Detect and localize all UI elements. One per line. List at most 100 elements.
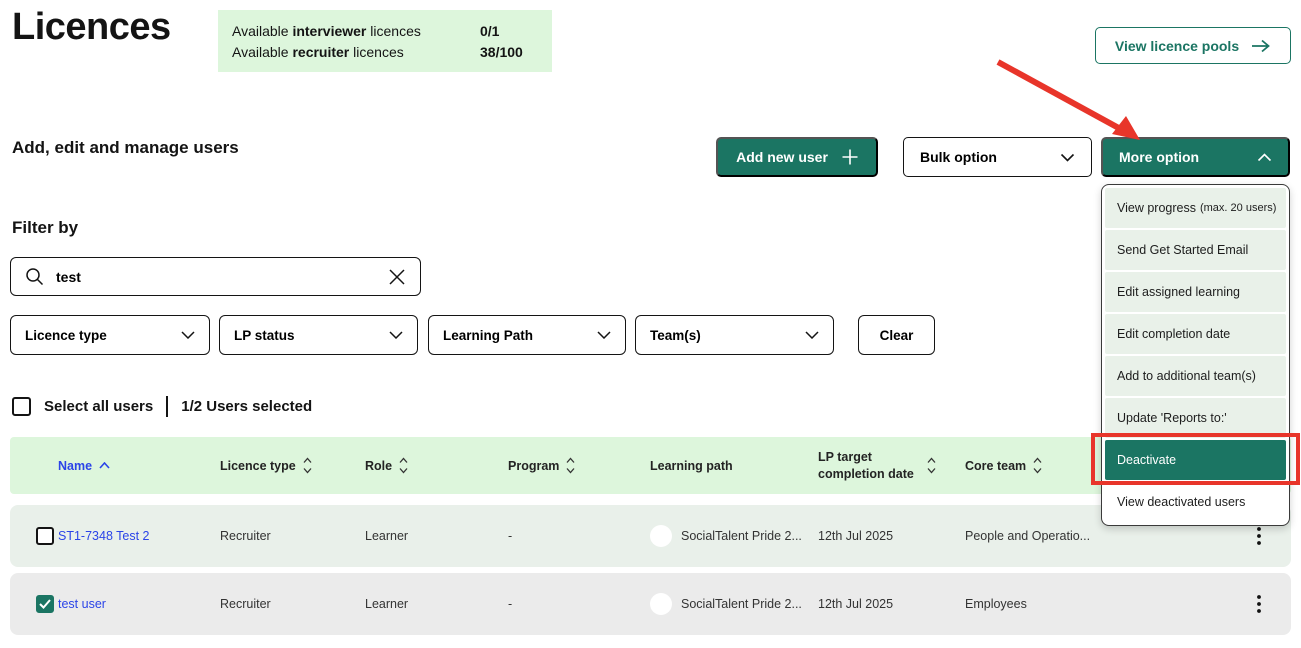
column-header-label: LP target completion date bbox=[818, 449, 920, 483]
licence-summary-box: Available interviewer licences0/1Availab… bbox=[218, 10, 552, 72]
more-option-menu: View progress (max. 20 users) Send Get Sta… bbox=[1101, 184, 1290, 526]
clear-search-icon[interactable] bbox=[388, 268, 406, 286]
manage-users-heading: Add, edit and manage users bbox=[12, 138, 239, 158]
column-header-label: Role bbox=[365, 459, 392, 473]
column-header-lp-target-date[interactable]: LP target completion date bbox=[818, 437, 936, 494]
menu-item-view-deactivated-users[interactable]: View deactivated users bbox=[1105, 482, 1286, 522]
filter-dropdown-licence-type[interactable]: Licence type bbox=[10, 315, 210, 355]
menu-item-label: View progress bbox=[1117, 201, 1196, 215]
selected-count: 1/2 Users selected bbox=[181, 398, 312, 415]
divider bbox=[166, 396, 168, 417]
column-header-core-team[interactable]: Core team bbox=[965, 437, 1042, 494]
table-header: Name Licence type Role Program Learning path… bbox=[10, 437, 1291, 494]
menu-item-edit-assigned-learning[interactable]: Edit assigned learning bbox=[1105, 272, 1286, 312]
column-header-name[interactable]: Name bbox=[58, 437, 110, 494]
menu-item-label: Edit completion date bbox=[1117, 327, 1230, 341]
column-header-role[interactable]: Role bbox=[365, 437, 408, 494]
sort-icon bbox=[399, 457, 408, 474]
cell-core-team: Employees bbox=[965, 573, 1027, 635]
row-checkbox[interactable] bbox=[36, 595, 54, 613]
column-header-licence-type[interactable]: Licence type bbox=[220, 437, 312, 494]
filter-dropdown-label: LP status bbox=[234, 328, 295, 343]
filter-dropdown-label: Licence type bbox=[25, 328, 107, 343]
search-box[interactable] bbox=[10, 257, 421, 296]
filter-dropdown-label: Team(s) bbox=[650, 328, 701, 343]
menu-item-edit-completion-date[interactable]: Edit completion date bbox=[1105, 314, 1286, 354]
chevron-up-icon bbox=[1257, 153, 1272, 162]
menu-item-add-to-additional-team-s[interactable]: Add to additional team(s) bbox=[1105, 356, 1286, 396]
select-all-label: Select all users bbox=[44, 398, 153, 415]
cell-program: - bbox=[508, 573, 512, 635]
menu-item-label: Edit assigned learning bbox=[1117, 285, 1240, 299]
learning-path-label: SocialTalent Pride 2... bbox=[681, 529, 802, 543]
row-checkbox[interactable] bbox=[36, 527, 54, 545]
filter-dropdown-label: Learning Path bbox=[443, 328, 533, 343]
cell-program: - bbox=[508, 505, 512, 567]
more-option-button[interactable]: More option bbox=[1101, 137, 1290, 177]
add-new-user-button[interactable]: Add new user bbox=[716, 137, 878, 177]
chevron-down-icon bbox=[1060, 153, 1075, 162]
cell-role: Learner bbox=[365, 505, 408, 567]
view-licence-pools-button[interactable]: View licence pools bbox=[1095, 27, 1291, 64]
progress-circle-icon bbox=[650, 593, 672, 615]
column-header-program[interactable]: Program bbox=[508, 437, 575, 494]
cell-role: Learner bbox=[365, 573, 408, 635]
more-option-label: More option bbox=[1119, 149, 1199, 165]
column-header-label: Core team bbox=[965, 459, 1026, 473]
column-header-label: Name bbox=[58, 459, 92, 473]
cell-learning-path: SocialTalent Pride 2... bbox=[650, 505, 802, 567]
chevron-down-icon bbox=[805, 331, 819, 339]
plus-icon bbox=[842, 149, 858, 165]
licence-summary-value: 38/100 bbox=[480, 44, 523, 60]
select-all-checkbox[interactable] bbox=[12, 397, 31, 416]
menu-item-label: Add to additional team(s) bbox=[1117, 369, 1256, 383]
filter-dropdown-team-s[interactable]: Team(s) bbox=[635, 315, 834, 355]
search-icon bbox=[25, 267, 44, 286]
column-header-learning-path[interactable]: Learning path bbox=[650, 437, 733, 494]
selection-bar: Select all users 1/2 Users selected bbox=[12, 396, 312, 417]
filter-dropdown-lp-status[interactable]: LP status bbox=[219, 315, 418, 355]
search-input[interactable] bbox=[56, 269, 376, 285]
filter-by-heading: Filter by bbox=[12, 218, 78, 238]
menu-item-update-reports-to[interactable]: Update 'Reports to:' bbox=[1105, 398, 1286, 438]
chevron-down-icon bbox=[181, 331, 195, 339]
chevron-down-icon bbox=[597, 331, 611, 339]
learning-path-label: SocialTalent Pride 2... bbox=[681, 597, 802, 611]
bulk-option-label: Bulk option bbox=[920, 149, 997, 165]
cell-learning-path: SocialTalent Pride 2... bbox=[650, 573, 802, 635]
cell-licence-type: Recruiter bbox=[220, 573, 271, 635]
cell-licence-type: Recruiter bbox=[220, 505, 271, 567]
menu-item-note: (max. 20 users) bbox=[1200, 202, 1276, 214]
licence-summary-label: Available recruiter licences bbox=[232, 44, 480, 60]
cell-lp-target-date: 12th Jul 2025 bbox=[818, 505, 893, 567]
sort-icon bbox=[303, 457, 312, 474]
column-header-label: Learning path bbox=[650, 459, 733, 473]
sort-icon bbox=[1033, 457, 1042, 474]
cell-name[interactable]: ST1-7348 Test 2 bbox=[58, 505, 150, 567]
chevron-down-icon bbox=[389, 331, 403, 339]
cell-lp-target-date: 12th Jul 2025 bbox=[818, 573, 893, 635]
cell-core-team: People and Operatio... bbox=[965, 505, 1090, 567]
menu-item-label: View deactivated users bbox=[1117, 495, 1245, 509]
progress-circle-icon bbox=[650, 525, 672, 547]
menu-item-label: Update 'Reports to:' bbox=[1117, 411, 1227, 425]
menu-item-label: Send Get Started Email bbox=[1117, 243, 1248, 257]
licence-summary-label: Available interviewer licences bbox=[232, 23, 480, 39]
row-menu-kebab-icon[interactable] bbox=[1247, 573, 1271, 635]
sort-icon bbox=[566, 457, 575, 474]
table-row: test user Recruiter Learner - SocialTalent P… bbox=[10, 573, 1291, 635]
column-header-label: Licence type bbox=[220, 459, 296, 473]
menu-item-send-get-started-email[interactable]: Send Get Started Email bbox=[1105, 230, 1286, 270]
menu-item-label: Deactivate bbox=[1117, 453, 1176, 467]
menu-item-view-progress[interactable]: View progress (max. 20 users) bbox=[1105, 188, 1286, 228]
filter-dropdown-learning-path[interactable]: Learning Path bbox=[428, 315, 626, 355]
sort-icon bbox=[927, 457, 936, 474]
menu-item-deactivate[interactable]: Deactivate bbox=[1105, 440, 1286, 480]
cell-name[interactable]: test user bbox=[58, 573, 106, 635]
licence-summary-value: 0/1 bbox=[480, 23, 499, 39]
sort-asc-icon bbox=[99, 462, 110, 469]
clear-filters-button[interactable]: Clear bbox=[858, 315, 935, 355]
bulk-option-button[interactable]: Bulk option bbox=[903, 137, 1092, 177]
view-licence-pools-label: View licence pools bbox=[1115, 38, 1239, 54]
licence-summary-row: Available interviewer licences0/1 bbox=[232, 23, 538, 39]
